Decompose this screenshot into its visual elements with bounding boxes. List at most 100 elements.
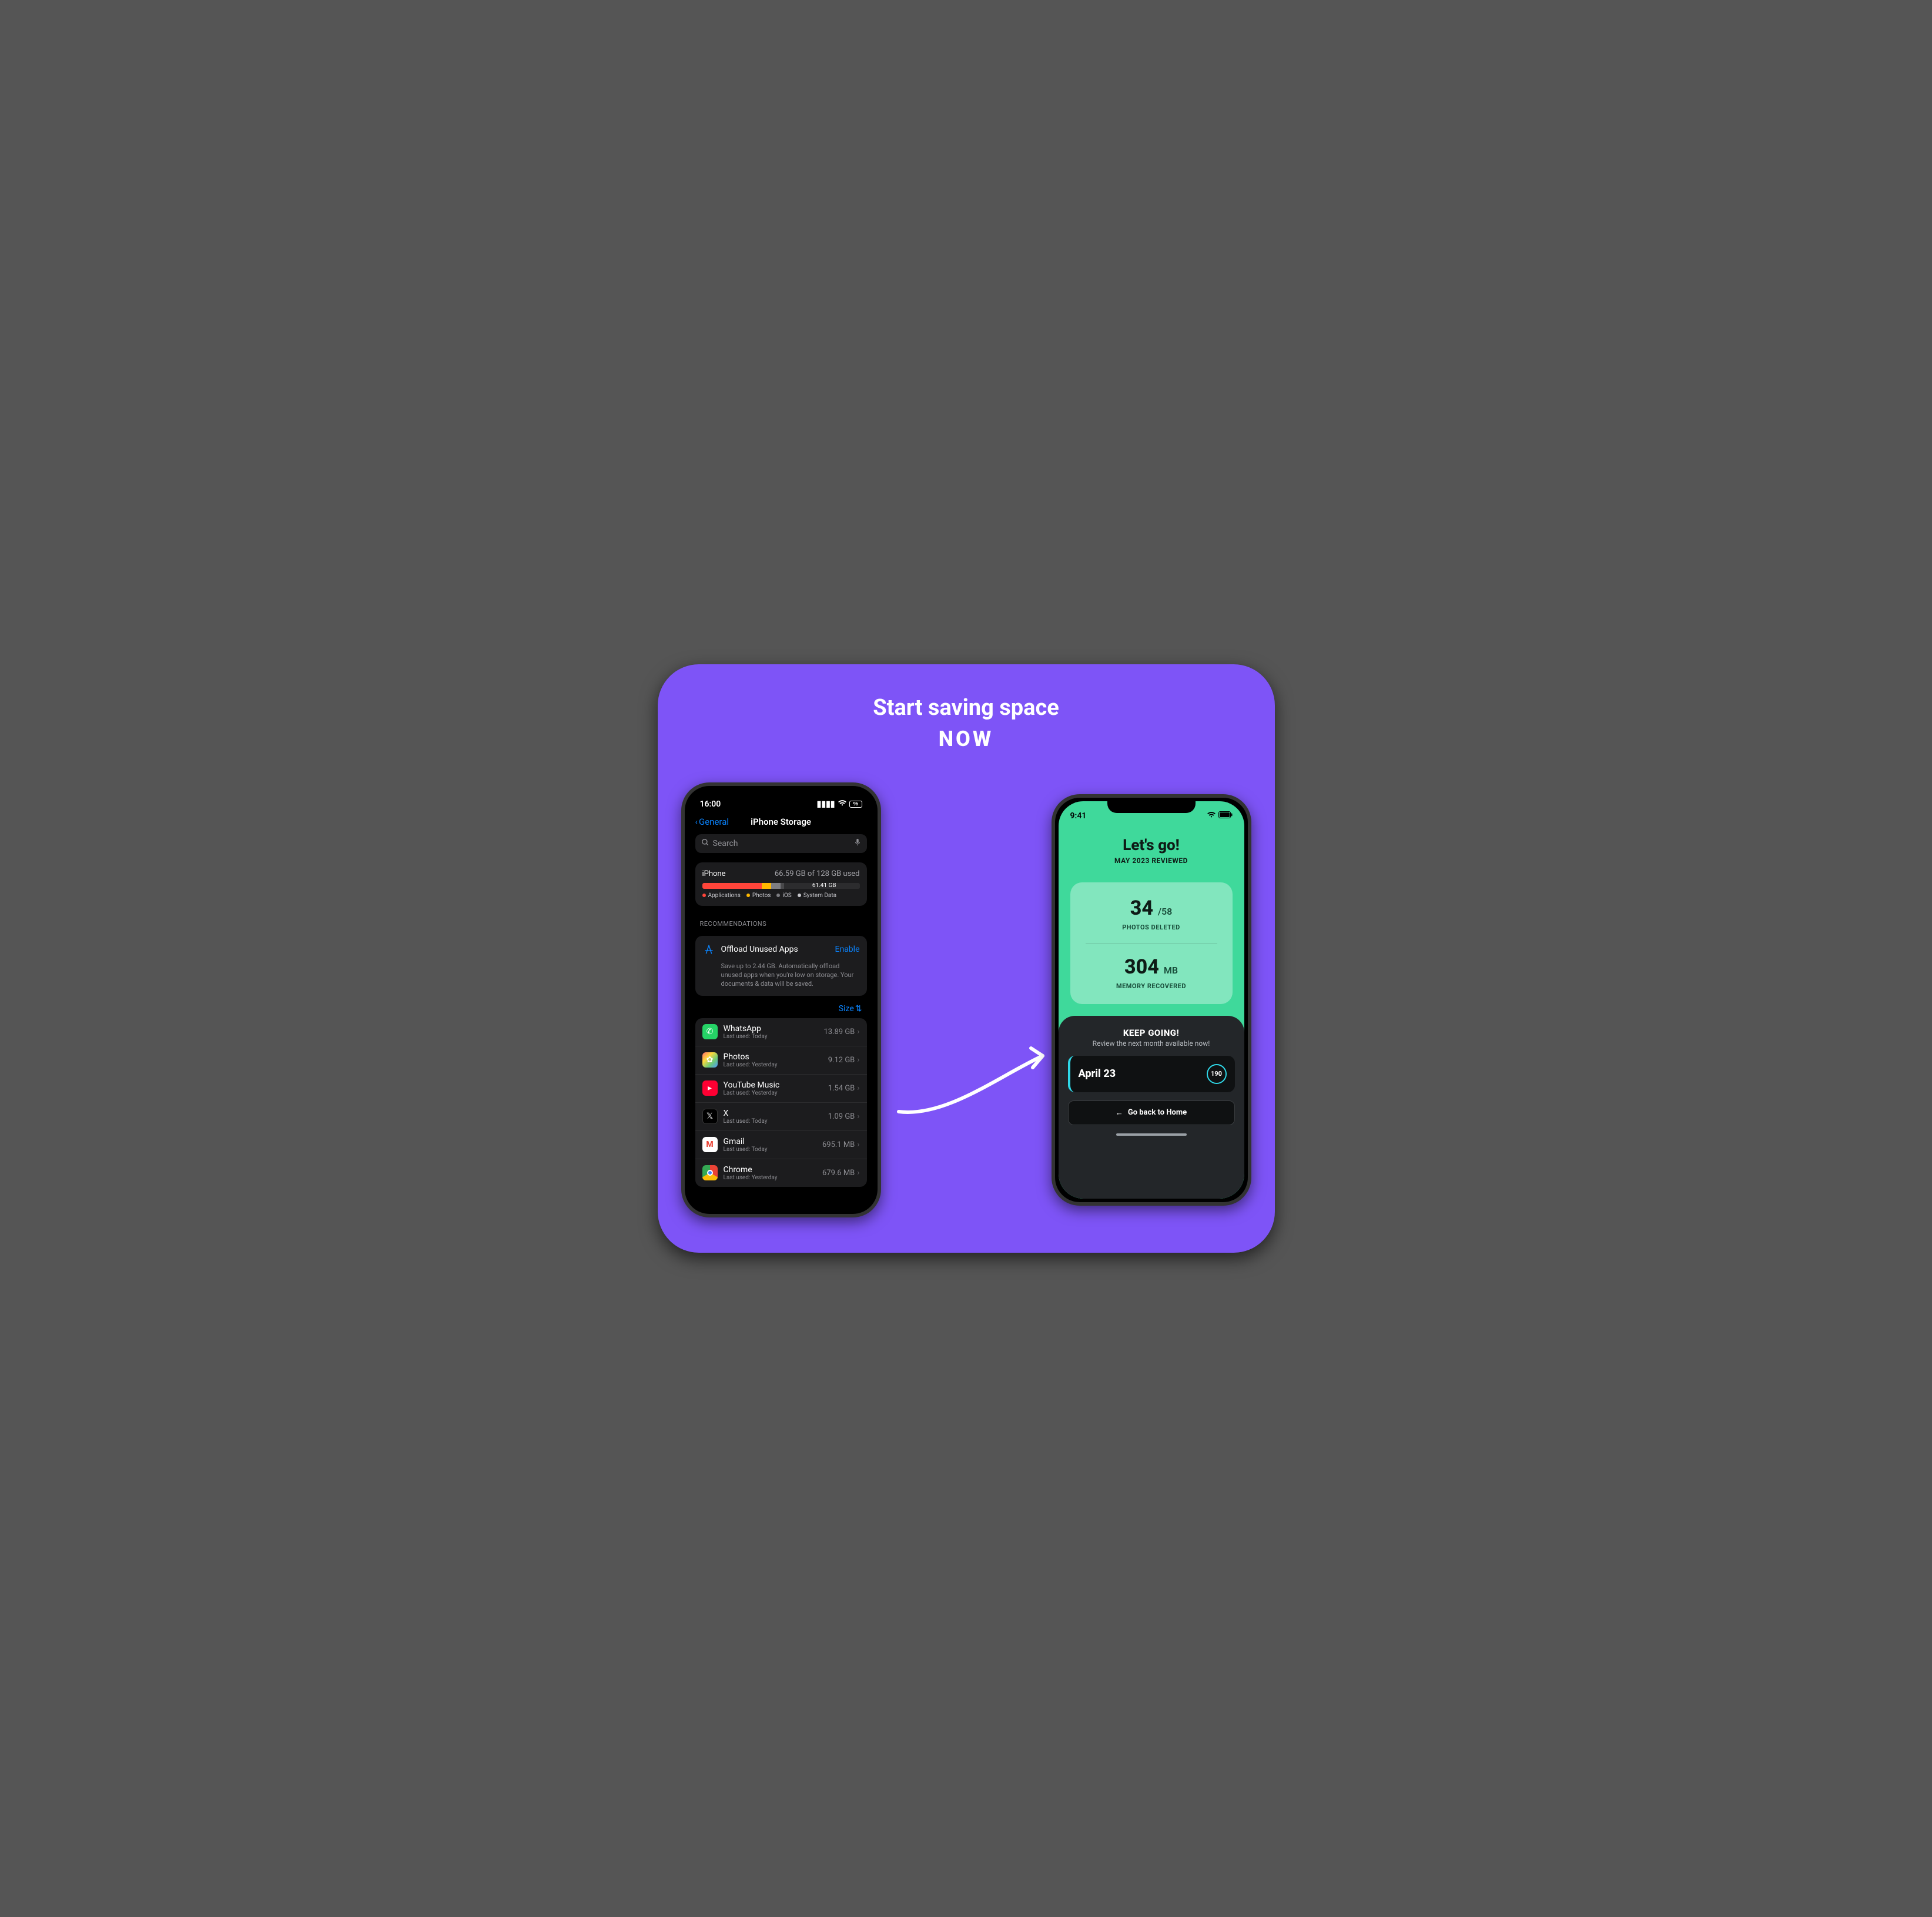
back-button[interactable]: ‹ General	[695, 817, 729, 827]
arrow-icon	[893, 1041, 1057, 1123]
app-info: XLast used: Today	[724, 1109, 828, 1125]
legend-item: Applications	[702, 892, 741, 899]
go-home-button[interactable]: ← Go back to Home	[1068, 1100, 1235, 1125]
back-label: General	[699, 817, 729, 827]
app-size: 13.89 GB	[823, 1028, 855, 1036]
app-last-used: Last used: Today	[724, 1033, 824, 1040]
month-label: April 23	[1079, 1068, 1116, 1080]
chevron-left-icon: ‹	[695, 817, 698, 827]
mic-icon[interactable]	[854, 838, 861, 849]
app-icon: M	[702, 1137, 718, 1152]
screen-settings: 16:00 ▮▮▮▮ 96 ‹ General iPhone Storage	[688, 789, 874, 1210]
search-input[interactable]: Search	[695, 834, 867, 853]
app-icon: ✿	[702, 1052, 718, 1068]
recommendation-card[interactable]: Offload Unused Apps Enable Save up to 2.…	[695, 936, 867, 996]
app-row[interactable]: MGmailLast used: Today695.1 MB›	[695, 1131, 867, 1159]
app-size: 679.6 MB	[822, 1169, 855, 1177]
app-info: PhotosLast used: Yesterday	[724, 1052, 828, 1068]
sort-button[interactable]: Size ⇅	[839, 1004, 862, 1013]
photos-deleted-count: 34	[1130, 896, 1153, 920]
app-size: 1.09 GB	[828, 1112, 855, 1121]
status-indicators	[1207, 811, 1233, 821]
memory-recovered-unit: MB	[1164, 965, 1178, 976]
app-row[interactable]: ✆WhatsAppLast used: Today13.89 GB›	[695, 1018, 867, 1046]
divider	[1086, 943, 1217, 944]
app-name: Chrome	[724, 1165, 822, 1175]
app-row[interactable]: 𝕏XLast used: Today1.09 GB›	[695, 1103, 867, 1131]
memory-recovered-label: MEMORY RECOVERED	[1080, 982, 1223, 990]
keep-going-subtitle: Review the next month available now!	[1068, 1039, 1235, 1048]
legend-dot	[776, 894, 780, 897]
app-last-used: Last used: Today	[724, 1146, 822, 1153]
battery-icon	[1218, 811, 1233, 821]
signal-icon: ▮▮▮▮	[817, 799, 835, 809]
chevron-right-icon: ›	[857, 1027, 859, 1036]
nav-title: iPhone Storage	[751, 817, 811, 827]
app-name: Gmail	[724, 1137, 822, 1146]
bar-seg-ios	[771, 883, 781, 889]
wifi-icon	[1207, 811, 1216, 821]
legend-item: Photos	[746, 892, 771, 899]
next-month-button[interactable]: April 23 190	[1068, 1056, 1235, 1092]
app-last-used: Last used: Yesterday	[724, 1175, 822, 1181]
status-indicators: ▮▮▮▮ 96	[817, 799, 862, 809]
headline: Start saving space NOW	[681, 694, 1251, 752]
memory-recovered-value: 304	[1124, 955, 1159, 979]
app-last-used: Last used: Yesterday	[724, 1090, 828, 1096]
photos-deleted-total: /58	[1158, 906, 1172, 917]
enable-button[interactable]: Enable	[835, 945, 860, 954]
sort-row: Size ⇅	[688, 1002, 874, 1016]
chevron-right-icon: ›	[857, 1083, 859, 1093]
app-row[interactable]: ▸YouTube MusicLast used: Yesterday1.54 G…	[695, 1075, 867, 1103]
recommendation-desc: Save up to 2.44 GB. Automatically offloa…	[702, 962, 860, 989]
hero-subtitle: MAY 2023 REVIEWED	[1070, 857, 1233, 865]
screen-app: 9:41 Let's go! MAY 2023 REVIEWED	[1059, 801, 1244, 1199]
headline-line1: Start saving space	[873, 695, 1059, 721]
storage-used-text: 66.59 GB of 128 GB used	[775, 869, 860, 878]
app-row[interactable]: ✿ PhotosLast used: Yesterday9.12 GB›	[695, 1046, 867, 1075]
app-info: YouTube MusicLast used: Yesterday	[724, 1080, 828, 1096]
phone-iphone-storage: 16:00 ▮▮▮▮ 96 ‹ General iPhone Storage	[681, 782, 881, 1217]
phones-row: 16:00 ▮▮▮▮ 96 ‹ General iPhone Storage	[681, 782, 1251, 1217]
month-count-badge: 190	[1207, 1064, 1227, 1084]
app-name: YouTube Music	[724, 1080, 828, 1090]
hero: Let's go! MAY 2023 REVIEWED	[1059, 825, 1244, 871]
bar-seg-system	[781, 883, 783, 889]
app-icon	[702, 1165, 718, 1180]
legend-label: Applications	[708, 892, 741, 899]
legend-label: System Data	[803, 892, 836, 899]
bar-seg-photos	[762, 883, 771, 889]
home-indicator	[1116, 1133, 1187, 1136]
device-name: iPhone	[702, 869, 726, 878]
recommendation-title: Offload Unused Apps	[721, 945, 798, 954]
hero-title: Let's go!	[1070, 837, 1233, 854]
bottom-panel: KEEP GOING! Review the next month availa…	[1059, 1016, 1244, 1199]
app-name: WhatsApp	[724, 1024, 824, 1033]
search-icon	[701, 838, 709, 849]
search-placeholder: Search	[713, 839, 738, 848]
app-size: 695.1 MB	[822, 1140, 855, 1149]
legend-dot	[702, 894, 706, 897]
app-name: Photos	[724, 1052, 828, 1062]
legend-item: System Data	[798, 892, 836, 899]
app-size: 9.12 GB	[828, 1056, 855, 1065]
storage-panel[interactable]: iPhone 66.59 GB of 128 GB used 61.41 GB …	[695, 862, 867, 906]
app-last-used: Last used: Today	[724, 1118, 828, 1125]
app-icon: ▸	[702, 1080, 718, 1096]
chevron-right-icon: ›	[857, 1055, 859, 1065]
app-last-used: Last used: Yesterday	[724, 1062, 828, 1068]
app-info: GmailLast used: Today	[724, 1137, 822, 1153]
phone-app-result: 9:41 Let's go! MAY 2023 REVIEWED	[1052, 794, 1251, 1206]
wifi-icon	[838, 799, 847, 809]
chevron-right-icon: ›	[857, 1112, 859, 1121]
app-row[interactable]: ChromeLast used: Yesterday679.6 MB›	[695, 1159, 867, 1187]
dynamic-island	[752, 791, 811, 808]
appstore-icon	[702, 943, 715, 956]
legend-dot	[798, 894, 801, 897]
promo-card: Start saving space NOW 16:00 ▮▮▮▮ 96	[658, 664, 1275, 1252]
sort-label: Size	[839, 1004, 854, 1013]
go-home-label: Go back to Home	[1128, 1108, 1187, 1117]
stats-card: 34 /58 PHOTOS DELETED 304 MB MEMORY RECO…	[1070, 882, 1233, 1004]
keep-going-title: KEEP GOING!	[1068, 1028, 1235, 1038]
app-info: ChromeLast used: Yesterday	[724, 1165, 822, 1181]
